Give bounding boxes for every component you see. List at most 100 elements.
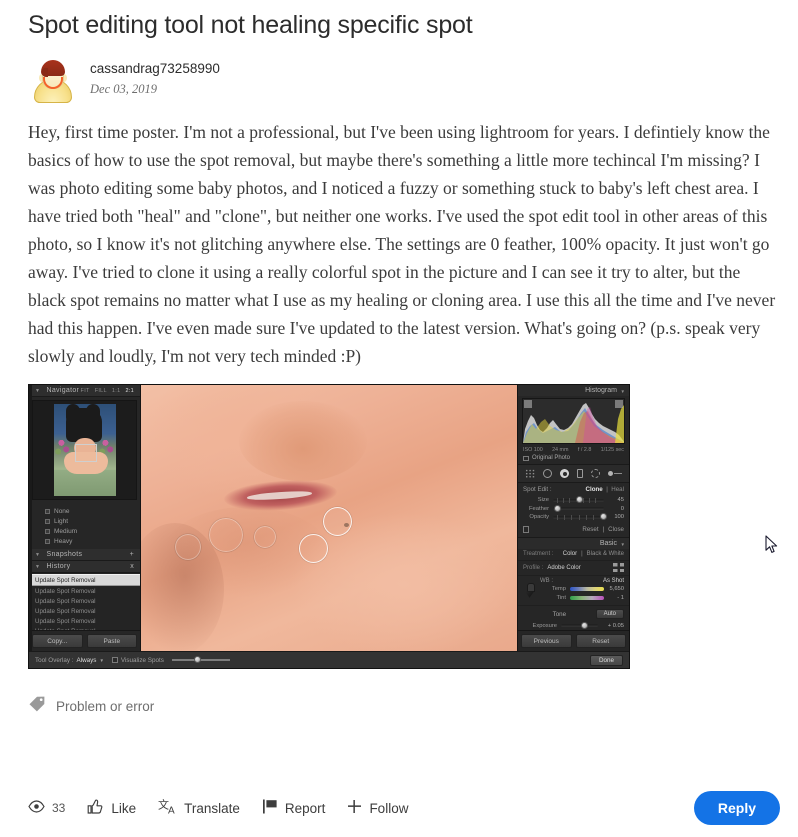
zoom-2-1[interactable]: 2:1 [125,388,134,394]
zoom-fill[interactable]: FILL [95,388,107,394]
reset-button[interactable]: Reset [575,634,626,648]
size-value: 45 [617,497,624,503]
spot-overlay-source[interactable] [298,533,328,563]
size-slider-row[interactable]: Size 45 [523,496,624,503]
feather-slider-knob[interactable] [554,504,562,512]
temp-slider-row[interactable]: Temp 5,650 [540,586,624,592]
graduated-filter-icon[interactable] [577,469,583,478]
checkbox-icon[interactable] [45,528,50,534]
translate-button[interactable]: 文 A Translate [158,798,240,818]
auto-tone-button[interactable]: Auto [595,609,624,619]
tint-slider-row[interactable]: Tint - 1 [540,595,624,601]
previous-button[interactable]: Previous [521,634,572,648]
visualize-spots-checkbox[interactable] [111,657,118,663]
history-item[interactable]: Update Spot Removal [29,574,140,586]
photo-canvas[interactable] [141,385,517,651]
spot-removal-icon[interactable] [543,469,552,478]
like-button[interactable]: Like [87,798,136,818]
preset-item-medium[interactable]: Medium [45,526,140,536]
spot-reset-button[interactable]: Reset [582,526,598,533]
feather-slider-track[interactable] [553,504,604,512]
adjustment-brush-icon[interactable] [608,471,622,476]
opacity-slider-row[interactable]: Opacity 100 [523,513,624,520]
basic-panel-header[interactable]: Basic [518,537,629,549]
preset-item-heavy[interactable]: Heavy [45,536,140,546]
tint-slider-track[interactable] [570,595,604,600]
opacity-slider-knob[interactable] [599,513,607,520]
treatment-row[interactable]: Treatment : Color | Black & White [518,549,629,561]
spot-overlay-circle[interactable] [208,518,243,552]
avatar-hair [41,60,65,77]
author-name[interactable]: cassandrag73258990 [90,60,220,78]
spot-close-button[interactable]: Close [608,526,624,533]
history-list[interactable]: Update Spot Removal Update Spot Removal … [29,573,140,630]
exposure-slider-knob[interactable] [581,621,589,629]
treatment-color-button[interactable]: Color [563,551,577,557]
follow-button[interactable]: Follow [347,799,408,817]
navigator-header[interactable]: ▼ Navigator FIT FILL 1:1 2:1 [29,385,140,397]
visualize-spots-group[interactable]: Visualize Spots [111,657,164,664]
treatment-bw-button[interactable]: Black & White [587,551,624,557]
report-button[interactable]: Report [262,798,325,818]
navigator-viewport-box[interactable] [74,444,97,462]
preset-item-light[interactable]: Light [45,516,140,526]
avatar[interactable] [28,54,78,104]
tool-overlay-value[interactable]: Always [77,657,97,664]
history-item[interactable]: Update Spot Removal [29,596,140,606]
toggle-switch-icon[interactable] [523,525,529,533]
paste-button[interactable]: Paste [86,634,137,648]
navigator-zoom-options[interactable]: FIT FILL 1:1 2:1 [81,388,134,394]
eyedropper-icon[interactable] [523,582,536,598]
wb-row[interactable]: WB : As Shot [540,578,624,584]
history-item[interactable]: Update Spot Removal [29,606,140,616]
temp-slider-track[interactable] [570,587,604,591]
history-header[interactable]: ▼ History x [29,561,140,573]
clone-mode-button[interactable]: Clone [586,486,603,493]
profile-row[interactable]: Profile : Adobe Color [518,561,629,576]
zoom-1-1[interactable]: 1:1 [112,388,121,394]
checkbox-icon[interactable] [45,538,50,544]
spot-overlay-circle[interactable] [253,525,276,548]
tag-label[interactable]: Problem or error [56,699,154,714]
preset-item-none[interactable]: None [45,506,140,516]
spot-overlay-circle[interactable] [174,533,201,560]
tag-row[interactable]: Problem or error [0,669,798,718]
checkbox-icon[interactable] [45,508,50,514]
reply-button[interactable]: Reply [693,791,780,825]
navigator-preview[interactable] [32,400,137,500]
size-slider-knob[interactable] [575,496,583,503]
visualize-spots-slider[interactable] [171,656,230,663]
original-photo-toggle[interactable]: Original Photo [518,454,629,465]
spot-overlay-destination[interactable] [323,507,353,537]
wb-label: WB : [540,577,553,584]
profile-value[interactable]: Adobe Color [547,565,580,571]
photo-detail-nose [238,400,367,481]
exposure-slider-track[interactable] [561,621,598,629]
tool-strip[interactable] [518,465,629,483]
history-item[interactable]: Update Spot Removal [29,616,140,626]
opacity-slider-track[interactable] [553,513,607,520]
checkbox-icon[interactable] [45,518,50,524]
exposure-slider-row[interactable]: Exposure + 0.05 [518,621,629,629]
chevron-down-icon[interactable]: ▼ [99,658,103,663]
visualize-spots-knob[interactable] [193,656,201,663]
crop-grid-icon[interactable] [525,469,535,478]
attached-screenshot[interactable]: ▼ Navigator FIT FILL 1:1 2:1 None Light … [28,384,630,669]
spot-edit-modes[interactable]: Clone | Heal [586,486,624,493]
add-snapshot-button[interactable]: + [130,551,134,558]
size-slider-track[interactable] [553,496,604,503]
heal-mode-button[interactable]: Heal [611,486,624,493]
feather-slider-row[interactable]: Feather 0 [523,504,624,512]
radial-filter-icon[interactable] [591,469,600,478]
histogram-header[interactable]: Histogram [518,385,629,396]
done-button[interactable]: Done [589,654,623,666]
wb-value[interactable]: As Shot [603,578,624,584]
history-item[interactable]: Update Spot Removal [29,586,140,596]
healing-brush-icon[interactable] [560,469,569,478]
copy-button[interactable]: Copy... [32,634,83,648]
zoom-fit[interactable]: FIT [81,388,90,394]
profile-browser-icon[interactable] [613,563,624,572]
snapshots-header[interactable]: ▼ Snapshots + [29,549,140,561]
tool-overlay-group[interactable]: Tool Overlay : Always ▼ [35,657,104,664]
clear-history-button[interactable]: x [130,563,134,570]
